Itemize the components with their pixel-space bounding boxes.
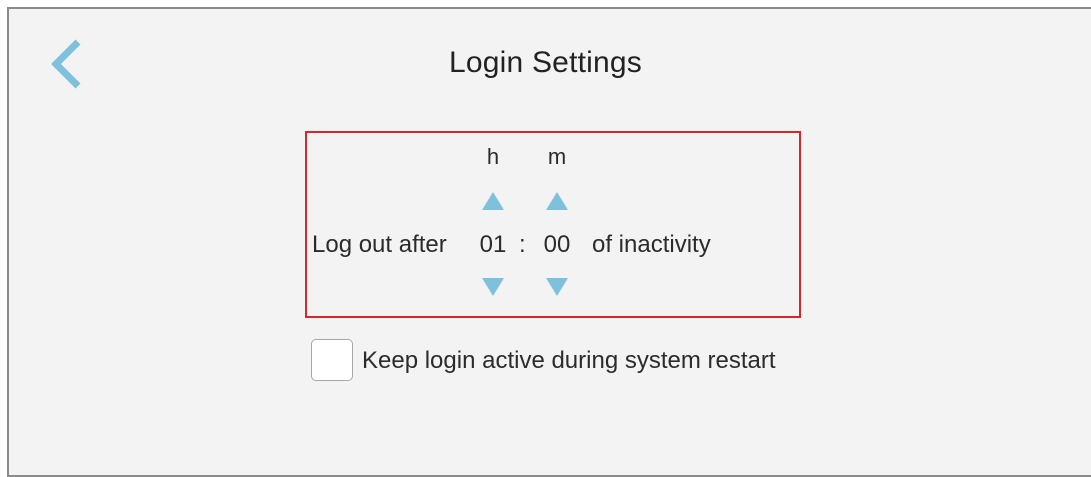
hours-increment-button[interactable] bbox=[473, 190, 513, 220]
keep-login-checkbox[interactable] bbox=[311, 339, 353, 381]
triangle-up-icon bbox=[546, 192, 568, 210]
logout-prefix-text: Log out after bbox=[312, 231, 447, 258]
minutes-unit-label: m bbox=[547, 144, 567, 169]
triangle-up-icon bbox=[482, 192, 504, 210]
minutes-decrement-button[interactable] bbox=[537, 276, 577, 306]
hours-value[interactable]: 01 bbox=[473, 231, 513, 259]
minutes-increment-button[interactable] bbox=[537, 190, 577, 220]
time-separator: : bbox=[519, 231, 526, 258]
hours-unit-label: h bbox=[486, 144, 500, 169]
hours-decrement-button[interactable] bbox=[473, 276, 513, 306]
triangle-down-icon bbox=[482, 278, 504, 296]
minutes-value[interactable]: 00 bbox=[537, 231, 577, 259]
page-title: Login Settings bbox=[449, 46, 642, 79]
logout-suffix-text: of inactivity bbox=[592, 231, 711, 258]
keep-login-label[interactable]: Keep login active during system restart bbox=[362, 347, 776, 375]
triangle-down-icon bbox=[546, 278, 568, 296]
